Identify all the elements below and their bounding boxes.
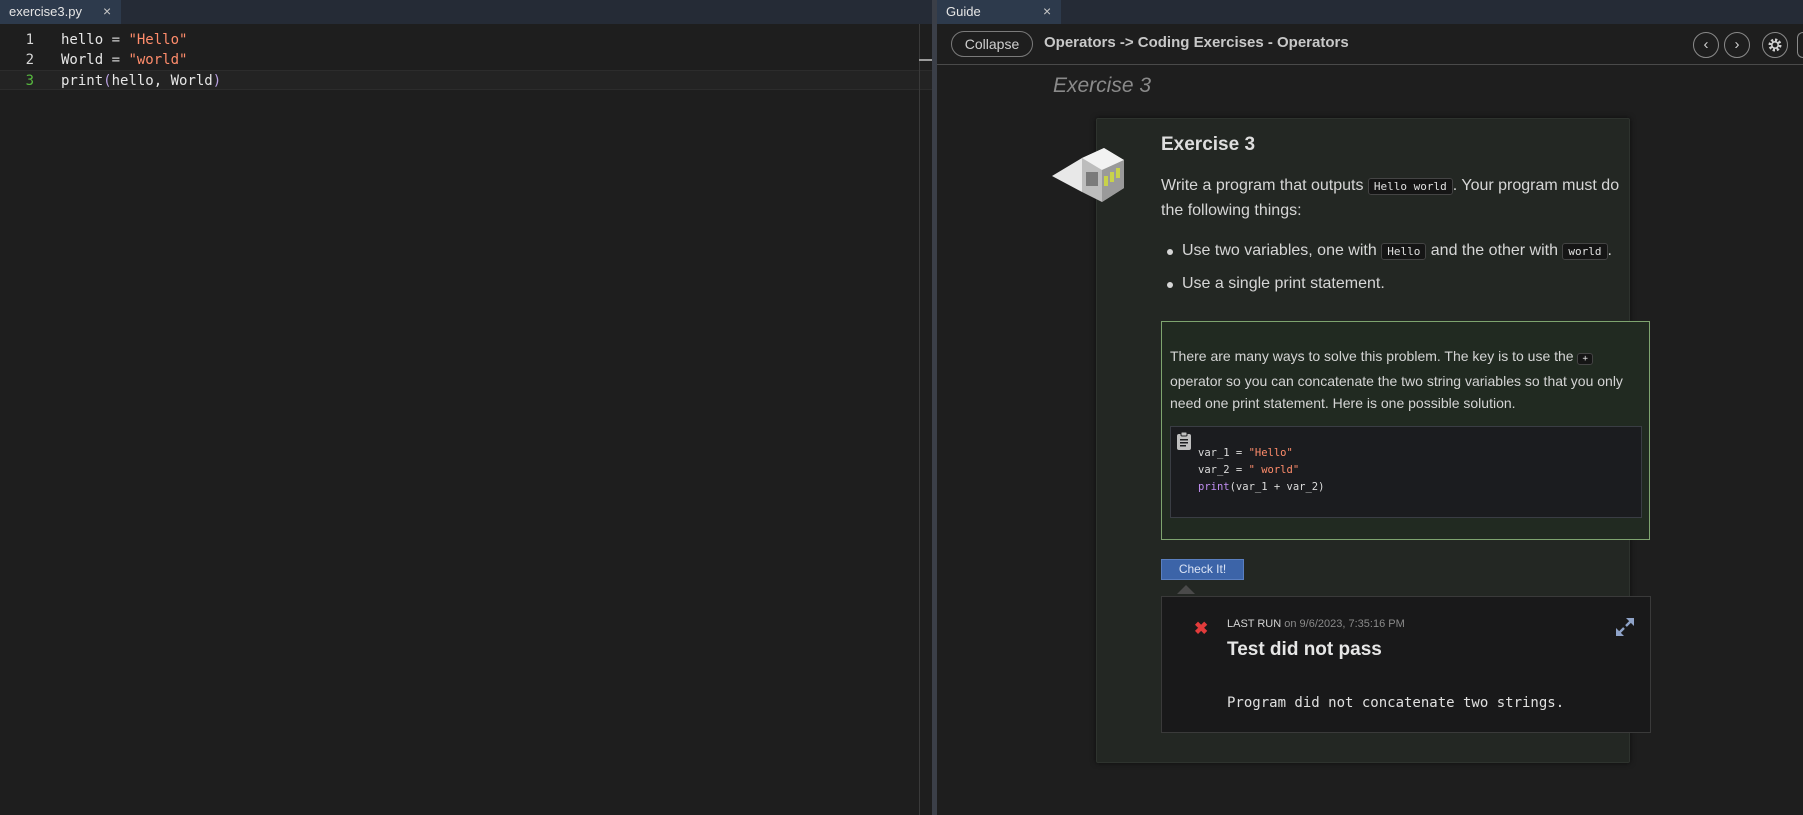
result-pointer (1177, 585, 1195, 594)
hint-box: There are many ways to solve this proble… (1161, 321, 1650, 540)
list-item: Use a single print statement. (1161, 272, 1641, 296)
solution-code: var_1 = "Hello" var_2 = " world" print(v… (1198, 447, 1325, 493)
close-icon[interactable]: × (1043, 0, 1051, 23)
editor-tabbar: exercise3.py × (0, 0, 932, 24)
gear-icon (1768, 38, 1782, 52)
guide-pane: Guide × Collapse Operators -> Coding Exe… (937, 0, 1803, 815)
code-editor[interactable]: 1 hello = "Hello" 2 World = "world" 3 pr… (0, 24, 932, 815)
exercise-illustration-icon (1052, 148, 1124, 202)
collapse-button[interactable]: Collapse (951, 31, 1033, 57)
check-it-button[interactable]: Check It! (1161, 559, 1244, 580)
inline-code: Hello (1381, 243, 1427, 260)
tab-label: Guide (946, 4, 981, 19)
list-item: Use two variables, one with Hello and th… (1161, 239, 1641, 264)
settings-button[interactable] (1762, 32, 1788, 58)
result-message: Program did not concatenate two strings. (1227, 695, 1565, 711)
line-number: 2 (25, 52, 34, 68)
breadcrumb: Operators -> Coding Exercises - Operator… (1044, 34, 1349, 51)
fail-x-icon: ✖ (1194, 619, 1209, 638)
editor-pane: exercise3.py × 1 hello = "Hello" 2 World… (0, 0, 932, 815)
line-number: 3 (25, 73, 34, 89)
tab-exercise3-py[interactable]: exercise3.py × (0, 0, 121, 24)
tab-label: exercise3.py (9, 4, 82, 19)
code-text: hello = "Hello" (61, 32, 188, 48)
requirements-list: Use two variables, one with Hello and th… (1161, 239, 1641, 304)
guide-toolbar: Collapse Operators -> Coding Exercises -… (937, 24, 1803, 65)
code-line-current[interactable]: 3 print(hello, World) (0, 70, 932, 90)
previous-button[interactable]: ‹ (1693, 32, 1719, 58)
inline-code: + (1577, 353, 1593, 365)
chevron-right-icon: › (1734, 36, 1740, 53)
clipboard-icon[interactable] (1174, 431, 1194, 451)
close-icon[interactable]: × (103, 0, 111, 23)
hint-text: There are many ways to solve this proble… (1170, 348, 1623, 411)
line-number: 1 (25, 32, 34, 48)
code-line[interactable]: 1 hello = "Hello" (0, 30, 932, 50)
test-result-panel: ✖ LAST RUN on 9/6/2023, 7:35:16 PM Test … (1161, 596, 1651, 733)
inline-code: world (1562, 243, 1608, 260)
last-run-info: LAST RUN on 9/6/2023, 7:35:16 PM (1227, 618, 1405, 630)
exercise-title: Exercise 3 (1161, 134, 1256, 155)
result-title: Test did not pass (1227, 639, 1382, 660)
code-text: print(hello, World) (61, 73, 222, 89)
section-heading: Exercise 3 (1053, 74, 1152, 97)
print-margin-ruler (919, 24, 920, 815)
scroll-marker (919, 59, 932, 61)
code-text: World = "world" (61, 52, 188, 68)
inline-code: Hello world (1367, 178, 1453, 195)
guide-tabbar: Guide × (937, 0, 1803, 24)
tab-guide[interactable]: Guide × (937, 0, 1061, 24)
code-line[interactable]: 2 World = "world" (0, 50, 932, 70)
exercise-description: Write a program that outputs Hello world… (1161, 177, 1620, 219)
next-button[interactable]: › (1724, 32, 1750, 58)
more-button[interactable] (1797, 32, 1803, 58)
solution-code-block[interactable]: var_1 = "Hello" var_2 = " world" print(v… (1170, 426, 1642, 518)
chevron-left-icon: ‹ (1703, 36, 1709, 53)
expand-icon[interactable] (1614, 616, 1636, 638)
